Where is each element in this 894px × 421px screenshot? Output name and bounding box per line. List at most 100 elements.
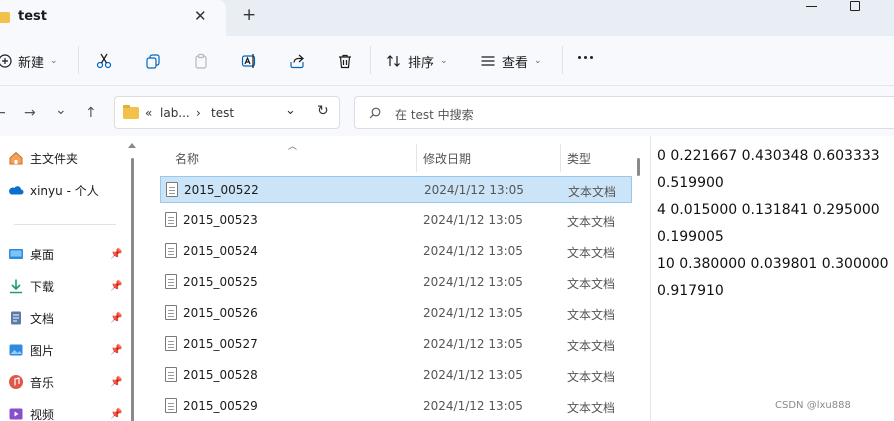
file-type: 文本文档 — [567, 370, 616, 384]
recent-locations-icon[interactable]: ⌄ — [55, 102, 67, 118]
navigation-pane: 主文件夹 xinyu - 个人 桌面 📌 下载 📌 文档 📌 图片 📌 音乐 📌… — [0, 136, 140, 421]
file-row[interactable]: 2015_00528 2024/1/12 13:05 文本文档 — [160, 362, 632, 389]
column-header-name[interactable]: 名称 — [175, 150, 199, 167]
sidebar-item-music[interactable]: 音乐 — [8, 372, 54, 392]
command-bar: 新建 ⌄ 排序 ⌄ 查看 ⌄ — [0, 36, 894, 86]
cut-button[interactable] — [96, 50, 112, 72]
text-file-icon — [165, 212, 177, 227]
file-type: 文本文档 — [567, 215, 616, 229]
sidebar-scrollbar-thumb[interactable] — [131, 158, 134, 421]
column-divider[interactable] — [560, 144, 561, 172]
file-row[interactable]: 2015_00529 2024/1/12 13:05 文本文档 — [160, 393, 632, 420]
delete-button[interactable] — [337, 50, 353, 72]
up-arrow-icon[interactable]: ↑ — [85, 105, 97, 121]
minimize-button[interactable] — [806, 0, 818, 12]
paste-button[interactable] — [193, 50, 209, 72]
refresh-icon[interactable]: ↻ — [317, 103, 329, 119]
onedrive-cloud-icon — [9, 186, 24, 195]
sidebar-item-desktop[interactable]: 桌面 — [8, 244, 54, 264]
file-name: 2015_00523 — [183, 213, 258, 227]
toolbar-divider — [370, 46, 371, 74]
video-icon — [9, 408, 23, 420]
rename-icon — [241, 54, 256, 68]
document-icon — [11, 311, 21, 325]
search-icon — [369, 107, 381, 119]
tab-test[interactable]: test ✕ — [0, 0, 226, 36]
pin-icon: 📌 — [110, 345, 123, 356]
folder-icon — [0, 12, 10, 23]
trash-icon — [339, 54, 351, 69]
search-box[interactable]: 在 test 中搜索 — [354, 96, 894, 129]
file-row[interactable]: 2015_00527 2024/1/12 13:05 文本文档 — [160, 331, 632, 358]
text-file-icon — [165, 243, 177, 258]
copy-button[interactable] — [145, 50, 161, 72]
back-arrow-icon[interactable]: ← — [0, 105, 6, 121]
scissors-icon — [96, 53, 112, 69]
text-file-icon — [165, 367, 177, 382]
file-row[interactable]: 2015_00523 2024/1/12 13:05 文本文档 — [160, 207, 632, 234]
file-type: 文本文档 — [567, 246, 616, 260]
share-button[interactable] — [289, 50, 305, 72]
file-date: 2024/1/12 13:05 — [424, 183, 524, 197]
toolbar-divider — [562, 46, 563, 74]
chevron-down-icon: ⌄ — [50, 56, 58, 66]
text-file-icon — [165, 336, 177, 351]
view-button[interactable]: 查看 ⌄ — [480, 50, 542, 72]
sidebar-item-label: 桌面 — [30, 247, 55, 262]
file-date: 2024/1/12 13:05 — [423, 275, 523, 289]
rename-button[interactable] — [241, 50, 257, 72]
sidebar-item-documents[interactable]: 文档 — [8, 308, 54, 328]
sidebar-item-label: 下载 — [30, 279, 55, 294]
pin-icon: 📌 — [110, 409, 123, 420]
file-name: 2015_00526 — [183, 306, 258, 320]
preview-line: 0.519900 — [657, 175, 724, 191]
new-tab-button[interactable]: + — [242, 5, 256, 25]
scroll-up-arrow[interactable] — [128, 143, 136, 148]
file-date: 2024/1/12 13:05 — [423, 306, 523, 320]
sidebar-item-label: 主文件夹 — [30, 151, 79, 166]
tab-title: test — [18, 9, 47, 24]
sidebar-item-videos[interactable]: 视频 — [8, 404, 54, 421]
breadcrumb-test[interactable]: test — [211, 106, 234, 120]
file-row[interactable]: 2015_00522 2024/1/12 13:05 文本文档 — [160, 176, 632, 203]
sidebar-item-downloads[interactable]: 下载 — [8, 276, 54, 296]
sidebar-item-pictures[interactable]: 图片 — [8, 340, 54, 360]
sidebar-item-home[interactable]: 主文件夹 — [8, 148, 78, 168]
pin-icon: 📌 — [110, 281, 123, 292]
column-divider[interactable] — [416, 144, 417, 172]
file-row[interactable]: 2015_00526 2024/1/12 13:05 文本文档 — [160, 300, 632, 327]
sort-icon — [387, 55, 400, 67]
file-date: 2024/1/12 13:05 — [423, 244, 523, 258]
file-name: 2015_00527 — [183, 337, 258, 351]
file-list: ︿ 名称 修改日期 类型 2015_00522 2024/1/12 13:05 … — [140, 136, 650, 421]
breadcrumb-separator-icon: › — [196, 106, 201, 120]
overflow-crumbs-icon[interactable]: « — [145, 106, 152, 120]
column-header-type[interactable]: 类型 — [567, 150, 591, 167]
sidebar-item-onedrive[interactable]: xinyu - 个人 — [8, 180, 99, 200]
address-bar[interactable]: « lab... › test ⌄ ↻ — [114, 96, 340, 129]
file-type: 文本文档 — [567, 401, 616, 415]
file-date: 2024/1/12 13:05 — [423, 337, 523, 351]
copy-icon — [146, 54, 160, 69]
maximize-button[interactable] — [850, 1, 860, 11]
more-options-icon[interactable] — [578, 56, 593, 59]
share-icon — [290, 54, 304, 69]
close-tab-icon[interactable]: ✕ — [194, 7, 207, 25]
desktop-icon — [9, 249, 23, 259]
breadcrumb-lab[interactable]: lab... — [160, 106, 190, 120]
column-header-date[interactable]: 修改日期 — [423, 150, 471, 167]
chevron-down-icon: ⌄ — [534, 56, 542, 66]
forward-arrow-icon[interactable]: → — [24, 105, 36, 121]
new-button[interactable]: 新建 ⌄ — [0, 50, 58, 72]
preview-line: 4 0.015000 0.131841 0.295000 — [657, 202, 880, 218]
preview-pane: 0 0.221667 0.430348 0.603333 0.519900 4 … — [650, 136, 894, 421]
file-row[interactable]: 2015_00525 2024/1/12 13:05 文本文档 — [160, 269, 632, 296]
text-file-icon — [166, 182, 178, 197]
file-date: 2024/1/12 13:05 — [423, 368, 523, 382]
preview-line: 0.199005 — [657, 229, 724, 245]
sort-button[interactable]: 排序 ⌄ — [386, 50, 448, 72]
file-row[interactable]: 2015_00524 2024/1/12 13:05 文本文档 — [160, 238, 632, 265]
address-dropdown-icon[interactable]: ⌄ — [285, 103, 296, 118]
file-list-scrollbar-thumb[interactable] — [637, 158, 640, 176]
sidebar-item-label: xinyu - 个人 — [30, 183, 99, 198]
